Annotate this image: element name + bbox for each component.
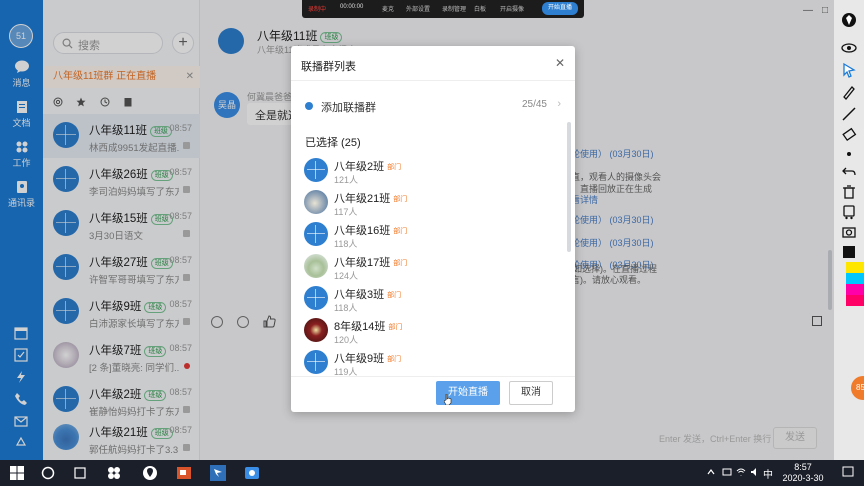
group-avatar	[304, 254, 328, 278]
task-view-icon[interactable]	[72, 465, 88, 481]
group-item[interactable]: 8年级14班 部门 120人	[291, 314, 561, 346]
trash-icon[interactable]	[841, 184, 857, 200]
camera-option[interactable]: 开启摄像	[500, 4, 524, 13]
external-settings-option[interactable]: 外部设置	[406, 4, 430, 13]
group-avatar	[304, 190, 328, 214]
color-swatch-magenta[interactable]	[846, 284, 864, 295]
line-icon[interactable]	[841, 106, 857, 122]
group-item[interactable]: 八年级17班 部门 124人	[291, 250, 561, 282]
network-icon[interactable]	[722, 467, 732, 477]
dot-icon[interactable]	[841, 146, 857, 162]
group-name: 8年级14班	[334, 321, 386, 333]
color-swatch-red[interactable]	[846, 295, 864, 306]
close-icon[interactable]: ✕	[555, 56, 565, 70]
member-count: 120人	[334, 335, 359, 345]
add-live-group-label: 添加联播群	[321, 102, 376, 114]
clock-date: 2020-3-30	[782, 473, 824, 483]
group-name: 八年级3班	[334, 289, 385, 301]
member-count: 119人	[334, 367, 358, 376]
group-name: 八年级9班	[334, 353, 385, 365]
plus-circle-icon	[305, 102, 313, 110]
recording-bar: 录制中 00:00:00 麦克 外部设置 录制管理 白板 开启摄像 开始直播	[302, 0, 584, 18]
chevron-up-icon[interactable]	[706, 467, 716, 477]
bus-icon[interactable]	[841, 204, 857, 220]
eraser-icon[interactable]	[841, 126, 857, 142]
group-name: 八年级16班	[334, 225, 391, 237]
group-avatar	[304, 158, 328, 182]
group-item[interactable]: 八年级2班 部门 121人	[291, 154, 561, 186]
map-pin-app-icon[interactable]	[142, 465, 158, 481]
member-count: 124人	[334, 271, 359, 281]
clock-time: 8:57	[794, 462, 812, 472]
cursor-arrow-icon[interactable]	[841, 62, 857, 78]
notification-icon[interactable]	[842, 466, 854, 478]
live-group-dialog: 联播群列表 ✕ 添加联播群 25/45 › 已选择 (25) 八年级2班 部门 1…	[291, 46, 575, 412]
slides-app-icon[interactable]	[176, 465, 192, 481]
group-item[interactable]: 八年级16班 部门 118人	[291, 218, 561, 250]
whiteboard-option[interactable]: 白板	[474, 4, 486, 13]
dialog-scrollbar[interactable]	[567, 122, 571, 252]
dept-tag: 部门	[387, 356, 402, 363]
member-count: 121人	[334, 175, 359, 185]
member-count: 118人	[334, 239, 358, 249]
screen-recorder-app-icon[interactable]	[244, 465, 260, 481]
recording-status: 录制中	[308, 7, 327, 13]
dept-tag: 部门	[387, 292, 402, 299]
wifi-icon[interactable]	[736, 467, 746, 477]
recording-timer: 00:00:00	[340, 4, 364, 10]
dept-tag: 部门	[393, 196, 408, 203]
member-count: 118人	[334, 303, 358, 313]
color-swatch-yellow[interactable]	[846, 262, 864, 273]
camera-icon[interactable]	[841, 224, 857, 240]
dept-tag: 部门	[393, 260, 408, 267]
windows-start-icon[interactable]	[9, 465, 25, 481]
hand-cursor-icon	[444, 394, 452, 405]
pen-icon[interactable]	[841, 84, 857, 100]
group-item[interactable]: 八年级9班 部门 119人	[291, 346, 561, 376]
eye-icon[interactable]	[841, 40, 857, 56]
group-avatar	[304, 222, 328, 246]
volume-icon[interactable]	[750, 467, 760, 477]
member-count: 117人	[334, 207, 358, 217]
selected-title: 已选择 (25)	[305, 137, 361, 149]
color-swatch-cyan[interactable]	[846, 273, 864, 284]
color-palette[interactable]	[846, 262, 864, 306]
undo-icon[interactable]	[841, 164, 857, 180]
dingtalk-app-icon[interactable]	[210, 465, 226, 481]
chevron-right-icon: ›	[557, 98, 561, 110]
group-name: 八年级2班	[334, 161, 385, 173]
record-manage-option[interactable]: 录制管理	[442, 4, 466, 13]
dept-tag: 部门	[387, 164, 402, 171]
pinwheel-app-icon[interactable]	[106, 465, 122, 481]
ime-indicator[interactable]: 中	[763, 466, 773, 481]
group-avatar	[304, 350, 328, 374]
group-avatar	[304, 286, 328, 310]
divider	[291, 80, 575, 81]
logo-icon[interactable]	[841, 12, 857, 28]
color-picker-icon[interactable]	[841, 244, 857, 260]
group-name: 八年级17班	[334, 257, 391, 269]
group-count: 25/45	[521, 99, 547, 110]
selected-group-list: 八年级2班 部门 121人 八年级21班 部门 117人 八年级16班 部门 118人…	[291, 152, 575, 376]
dialog-title: 联播群列表	[301, 61, 356, 73]
dept-tag: 部门	[393, 228, 408, 235]
dept-tag: 部门	[388, 324, 403, 331]
system-clock[interactable]: 8:57 2020-3-30	[776, 462, 830, 484]
group-item[interactable]: 八年级3班 部门 118人	[291, 282, 561, 314]
mic-option[interactable]: 麦克	[382, 4, 394, 13]
add-live-group-row[interactable]: 添加联播群 25/45 ›	[291, 94, 575, 118]
cortana-icon[interactable]	[40, 465, 56, 481]
divider	[291, 376, 575, 377]
go-live-button[interactable]: 开始直播	[542, 2, 578, 15]
group-avatar	[304, 318, 328, 342]
group-item[interactable]: 八年级21班 部门 117人	[291, 186, 561, 218]
taskbar: 中 8:57 2020-3-30	[0, 460, 864, 486]
cancel-button[interactable]: 取消	[509, 381, 553, 405]
group-name: 八年级21班	[334, 193, 391, 205]
